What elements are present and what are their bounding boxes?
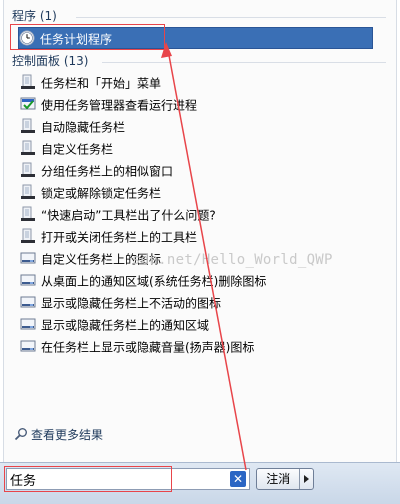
annotation-arrow [161,42,247,471]
